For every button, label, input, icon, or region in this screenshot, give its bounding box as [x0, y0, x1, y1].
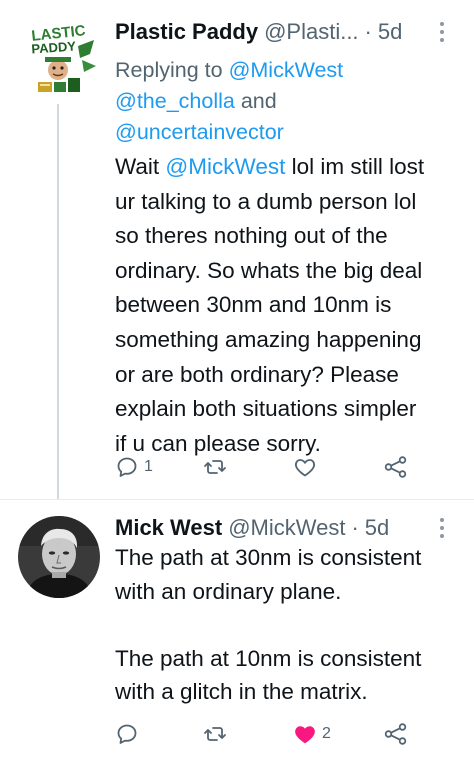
display-name[interactable]: Mick West: [115, 515, 222, 541]
mention-link[interactable]: @uncertainvector: [115, 120, 284, 144]
replying-and: and: [240, 89, 277, 113]
tweet-text: The path at 30nm is consistent with an o…: [115, 541, 460, 709]
more-options-icon[interactable]: [432, 17, 452, 47]
tweet-header: Mick West @MickWest · 5d: [115, 511, 460, 545]
tweet-age[interactable]: 5d: [378, 19, 402, 45]
like-count: 2: [322, 725, 331, 742]
heart-icon: [295, 726, 315, 744]
user-handle[interactable]: @Plasti...: [264, 19, 358, 45]
separator-dot: ·: [351, 515, 359, 540]
replying-to: Replying to @MickWest @the_cholla and @u…: [115, 55, 460, 148]
retweet-button[interactable]: [203, 719, 232, 749]
profile-photo-icon: [18, 516, 100, 598]
tweet-text-line: [115, 608, 460, 642]
display-name[interactable]: Plastic Paddy: [115, 19, 258, 45]
tweet-mick-west[interactable]: Mick West @MickWest · 5d The path at 30n…: [0, 500, 474, 759]
share-icon: [384, 723, 407, 745]
reply-count: 1: [144, 458, 153, 475]
reply-bubble-icon: [117, 457, 137, 477]
tweet-text-line: so theres nothing out of the: [115, 223, 388, 249]
tweet-actions: 1: [115, 452, 460, 482]
tweet-text-line: ordinary. So whats the big deal: [115, 257, 423, 283]
share-button[interactable]: [383, 452, 409, 482]
tweet-text-line: ur talking to a dumb person lol: [115, 188, 417, 214]
tweet-text: Wait @MickWest lol im still lost ur talk…: [115, 150, 460, 461]
retweet-icon: [204, 460, 226, 474]
reply-button[interactable]: [115, 719, 144, 749]
retweet-icon: [204, 727, 226, 741]
mention-link[interactable]: @the_cholla: [115, 89, 235, 113]
mention-link[interactable]: @MickWest: [165, 154, 285, 179]
plastic-paddy-logo-icon: LASTIC PADDY: [18, 18, 100, 100]
tweet-actions: 2: [115, 719, 460, 749]
tweet-text-line: explain both situations simpler: [115, 396, 417, 422]
like-button[interactable]: [293, 452, 322, 482]
tweet-text-line: between 30nm and 10nm is: [115, 292, 392, 318]
mention-link[interactable]: @MickWest: [229, 58, 344, 82]
separator-dot: ·: [364, 19, 372, 44]
svg-text:PADDY: PADDY: [31, 38, 77, 56]
share-button[interactable]: [383, 719, 409, 749]
tweet-text-line: The path at 10nm is consistent: [115, 645, 422, 671]
avatar-plastic-paddy[interactable]: LASTIC PADDY: [18, 18, 100, 100]
tweet-text-line: or are both ordinary? Please: [115, 361, 399, 387]
share-icon: [384, 456, 407, 478]
tweet-header: Plastic Paddy @Plasti... · 5d: [115, 15, 460, 49]
tweet-plastic-paddy[interactable]: LASTIC PADDY Plastic Paddy @Plasti... · …: [0, 0, 474, 500]
like-button[interactable]: 2: [293, 719, 331, 749]
retweet-button[interactable]: [203, 452, 232, 482]
reply-bubble-icon: [117, 724, 137, 744]
heart-icon: [294, 459, 316, 477]
more-options-icon[interactable]: [432, 513, 452, 543]
tweet-text-line: The path at 30nm is consistent: [115, 545, 422, 570]
avatar-mick-west[interactable]: [18, 516, 100, 598]
reply-button[interactable]: 1: [115, 452, 153, 482]
tweet-age[interactable]: 5d: [365, 515, 389, 541]
replying-prefix: Replying to: [115, 58, 223, 82]
tweet-text-line: Wait @MickWest lol im still lost: [115, 154, 425, 179]
tweet-text-line: with an ordinary plane.: [115, 578, 342, 604]
tweet-text-line: with a glitch in the matrix.: [115, 679, 368, 704]
tweet-text-line: something amazing happening: [115, 326, 422, 352]
user-handle[interactable]: @MickWest: [228, 515, 345, 541]
